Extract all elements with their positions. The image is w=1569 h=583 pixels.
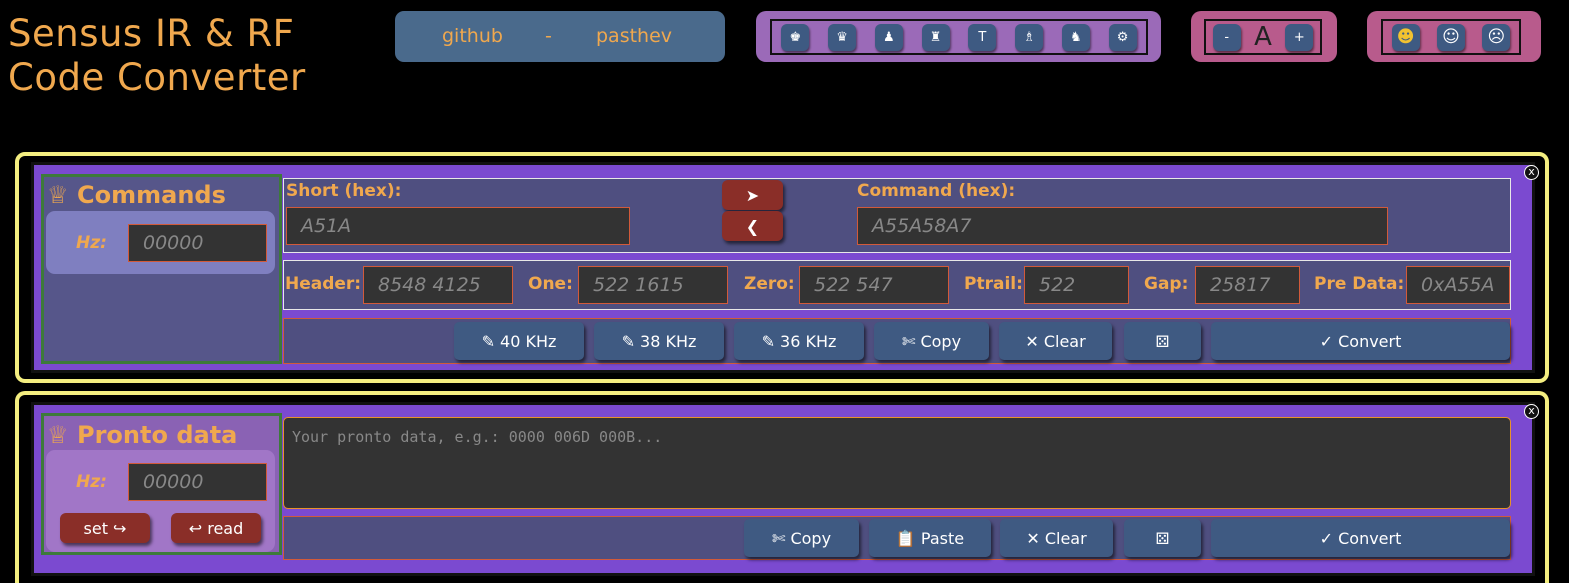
white-king-theme-button[interactable]: ♚ bbox=[781, 23, 810, 51]
gap-input[interactable]: 25817 bbox=[1195, 266, 1300, 304]
pronto-close-button[interactable]: x bbox=[1524, 404, 1539, 419]
knight-theme-button[interactable]: ♞ bbox=[1061, 23, 1090, 51]
t-theme-button[interactable]: T bbox=[968, 23, 997, 51]
rook-theme-button[interactable]: ♜ bbox=[921, 23, 950, 51]
t-icon: T bbox=[978, 29, 987, 45]
hex-row: Short (hex): A51A ➤ ❮ Command (hex): A55… bbox=[283, 178, 1511, 253]
pronto-clear-button[interactable]: ✕ Clear bbox=[1000, 519, 1113, 557]
pawn-theme-button[interactable]: ♟ bbox=[874, 23, 903, 51]
zero-input[interactable]: 522 547 bbox=[799, 266, 949, 304]
gear-theme-button[interactable]: ⚙ bbox=[1108, 23, 1137, 51]
command-label: Command (hex): bbox=[857, 181, 1016, 201]
pronto-button-row: ✄ Copy 📋 Paste ✕ Clear ⚄ ✓ Convert bbox=[283, 516, 1511, 560]
params-row: Header: 8548 4125 One: 522 1615 Zero: 52… bbox=[283, 260, 1511, 310]
font-increase-button[interactable]: + bbox=[1285, 23, 1314, 51]
font-size-group: - A + bbox=[1204, 19, 1322, 55]
links-separator: - bbox=[545, 25, 552, 47]
github-link[interactable]: github bbox=[442, 25, 503, 47]
command-to-short-button[interactable]: ❮ bbox=[722, 211, 783, 241]
author-link[interactable]: pasthev bbox=[596, 25, 672, 47]
commands-hz-input[interactable]: 00000 bbox=[128, 224, 267, 262]
smile-icon: ☻ bbox=[1396, 27, 1415, 47]
header-label: Header: bbox=[285, 274, 362, 294]
commands-dice-button[interactable]: ⚄ bbox=[1124, 322, 1201, 360]
khz38-button[interactable]: ✎ 38 KHz bbox=[594, 322, 724, 360]
commands-copy-button[interactable]: ✄ Copy bbox=[874, 322, 989, 360]
one-label: One: bbox=[528, 274, 573, 294]
theme-bar: ♚ ♛ ♟ ♜ T ♗ ♞ ⚙ bbox=[756, 11, 1161, 62]
command-hex-input[interactable]: A55A58A7 bbox=[857, 207, 1388, 245]
commands-clear-button[interactable]: ✕ Clear bbox=[999, 322, 1112, 360]
predata-label: Pre Data: bbox=[1314, 274, 1405, 294]
smile-mood-button[interactable]: ☻ bbox=[1391, 23, 1420, 51]
neutral-mood-button[interactable]: ☺ bbox=[1436, 23, 1465, 51]
font-size-letter: A bbox=[1254, 22, 1272, 52]
short-to-command-button[interactable]: ➤ bbox=[722, 180, 783, 210]
ptrail-label: Ptrail: bbox=[964, 274, 1023, 294]
pronto-title: Pronto data bbox=[77, 421, 238, 449]
commands-hz-label: Hz: bbox=[76, 233, 107, 253]
predata-input[interactable]: 0xA55A bbox=[1406, 266, 1510, 304]
zero-label: Zero: bbox=[744, 274, 795, 294]
rocket-icon: ♗ bbox=[1023, 29, 1035, 45]
commands-panel: x ♕ Commands Hz: 00000 Short (hex): A51A… bbox=[15, 152, 1549, 383]
app-title: Sensus IR & RF Code Converter bbox=[8, 12, 348, 100]
read-button[interactable]: ↩ read bbox=[171, 513, 261, 543]
font-decrease-button[interactable]: - bbox=[1212, 23, 1241, 51]
ptrail-input[interactable]: 522 bbox=[1024, 266, 1129, 304]
commands-convert-button[interactable]: ✓ Convert bbox=[1211, 322, 1510, 360]
sad-icon: ☹ bbox=[1487, 27, 1506, 47]
pronto-convert-button[interactable]: ✓ Convert bbox=[1211, 519, 1510, 557]
links-bar: github - pasthev bbox=[395, 11, 725, 62]
crown-icon: ♕ bbox=[47, 421, 69, 449]
gear-icon: ⚙ bbox=[1116, 29, 1129, 45]
theme-button-group: ♚ ♛ ♟ ♜ T ♗ ♞ ⚙ bbox=[770, 19, 1148, 55]
crown-icon: ♕ bbox=[47, 181, 69, 209]
khz40-button[interactable]: ✎ 40 KHz bbox=[454, 322, 584, 360]
commands-hz-box: Hz: 00000 bbox=[46, 211, 275, 274]
knight-icon: ♞ bbox=[1070, 29, 1082, 45]
short-hex-input[interactable]: A51A bbox=[286, 207, 630, 245]
pronto-hz-box: Hz: 00000 set ↪ ↩ read bbox=[46, 450, 275, 552]
mood-button-group: ☻ ☺ ☹ bbox=[1381, 19, 1521, 55]
set-button[interactable]: set ↪ bbox=[60, 513, 150, 543]
app-title-line2: Code Converter bbox=[8, 56, 306, 99]
pronto-copy-button[interactable]: ✄ Copy bbox=[744, 519, 859, 557]
rocket-theme-button[interactable]: ♗ bbox=[1015, 23, 1044, 51]
pronto-sidebar: ♕ Pronto data Hz: 00000 set ↪ ↩ read bbox=[41, 413, 282, 555]
neutral-icon: ☺ bbox=[1442, 27, 1460, 47]
rook-icon: ♜ bbox=[929, 29, 942, 45]
header-input[interactable]: 8548 4125 bbox=[363, 266, 513, 304]
white-king-icon: ♚ bbox=[789, 29, 802, 45]
commands-title: Commands bbox=[77, 181, 226, 209]
sad-mood-button[interactable]: ☹ bbox=[1482, 23, 1511, 51]
pronto-paste-button[interactable]: 📋 Paste bbox=[869, 519, 991, 557]
pronto-hz-input[interactable]: 00000 bbox=[128, 463, 267, 501]
pronto-hz-label: Hz: bbox=[76, 472, 107, 492]
pronto-panel: x ♕ Pronto data Hz: 00000 set ↪ ↩ read Y… bbox=[15, 391, 1549, 583]
font-size-bar: - A + bbox=[1191, 11, 1337, 62]
commands-close-button[interactable]: x bbox=[1524, 165, 1539, 180]
white-queen-theme-button[interactable]: ♛ bbox=[828, 23, 857, 51]
gap-label: Gap: bbox=[1144, 274, 1189, 294]
pawn-icon: ♟ bbox=[883, 29, 895, 45]
khz36-button[interactable]: ✎ 36 KHz bbox=[734, 322, 864, 360]
commands-button-row: ✎ 40 KHz ✎ 38 KHz ✎ 36 KHz ✄ Copy ✕ Clea… bbox=[283, 318, 1511, 364]
pronto-textarea[interactable]: Your pronto data, e.g.: 0000 006D 000B..… bbox=[283, 417, 1511, 509]
mood-bar: ☻ ☺ ☹ bbox=[1367, 11, 1541, 62]
one-input[interactable]: 522 1615 bbox=[578, 266, 728, 304]
app-title-line1: Sensus IR & RF bbox=[8, 12, 295, 55]
short-label: Short (hex): bbox=[286, 181, 402, 201]
commands-sidebar: ♕ Commands Hz: 00000 bbox=[41, 174, 282, 364]
white-queen-icon: ♛ bbox=[836, 29, 848, 45]
pronto-dice-button[interactable]: ⚄ bbox=[1124, 519, 1201, 557]
